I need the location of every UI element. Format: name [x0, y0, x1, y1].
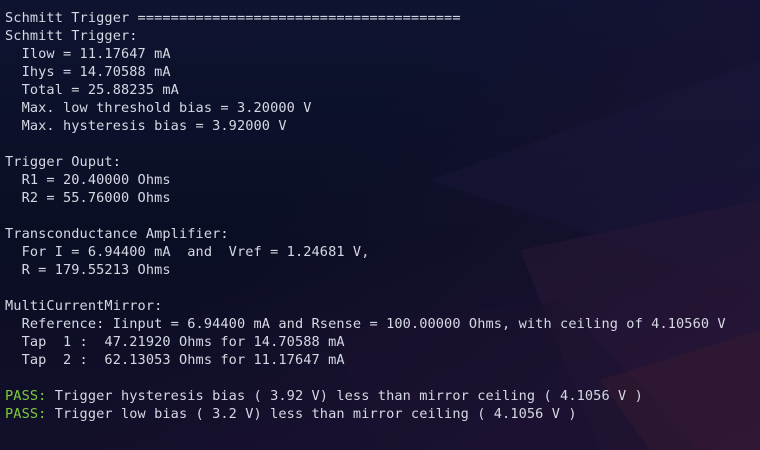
line-text: Total = 25.88235 mA	[5, 82, 179, 98]
line-text: Schmitt Trigger ========================…	[5, 10, 461, 26]
output-line: Ihys = 14.70588 mA	[5, 63, 726, 81]
output-line: Max. low threshold bias = 3.20000 V	[5, 99, 726, 117]
line-text: Trigger hysteresis bias ( 3.92 V) less t…	[46, 388, 643, 404]
pass-line: PASS: Trigger hysteresis bias ( 3.92 V) …	[5, 387, 726, 405]
output-line: Ilow = 11.17647 mA	[5, 45, 726, 63]
output-line: Trigger Ouput:	[5, 153, 726, 171]
output-line: Schmitt Trigger:	[5, 27, 726, 45]
line-text: Schmitt Trigger:	[5, 28, 138, 44]
line-text: R2 = 55.76000 Ohms	[5, 190, 171, 206]
output-line: R = 179.55213 Ohms	[5, 261, 726, 279]
line-text: Transconductance Amplifier:	[5, 226, 229, 242]
line-text: Ilow = 11.17647 mA	[5, 46, 171, 62]
output-line: Max. hysteresis bias = 3.92000 V	[5, 117, 726, 135]
output-line: Reference: Iinput = 6.94400 mA and Rsens…	[5, 315, 726, 333]
output-line: Schmitt Trigger ========================…	[5, 9, 726, 27]
line-text: Trigger low bias ( 3.2 V) less than mirr…	[46, 406, 577, 422]
output-line: MultiCurrentMirror:	[5, 297, 726, 315]
line-text: For I = 6.94400 mA and Vref = 1.24681 V,	[5, 244, 370, 260]
output-line: For I = 6.94400 mA and Vref = 1.24681 V,	[5, 243, 726, 261]
output-line: R1 = 20.40000 Ohms	[5, 171, 726, 189]
output-line: Tap 2 : 62.13053 Ohms for 11.17647 mA	[5, 351, 726, 369]
output-line: Tap 1 : 47.21920 Ohms for 14.70588 mA	[5, 333, 726, 351]
line-text: Max. hysteresis bias = 3.92000 V	[5, 118, 287, 134]
output-line: R2 = 55.76000 Ohms	[5, 189, 726, 207]
line-text: Ihys = 14.70588 mA	[5, 64, 171, 80]
line-text: R = 179.55213 Ohms	[5, 262, 171, 278]
line-text: Tap 1 : 47.21920 Ohms for 14.70588 mA	[5, 334, 345, 350]
output-line: Transconductance Amplifier:	[5, 225, 726, 243]
output-line: Total = 25.88235 mA	[5, 81, 726, 99]
pass-label: PASS:	[5, 388, 47, 404]
line-text: Trigger Ouput:	[5, 154, 121, 170]
line-text: MultiCurrentMirror:	[5, 298, 163, 314]
line-text: Max. low threshold bias = 3.20000 V	[5, 100, 312, 116]
line-text: R1 = 20.40000 Ohms	[5, 172, 171, 188]
pass-line: PASS: Trigger low bias ( 3.2 V) less tha…	[5, 405, 726, 423]
line-text: Reference: Iinput = 6.94400 mA and Rsens…	[5, 316, 726, 332]
terminal-output: Schmitt Trigger ========================…	[5, 9, 726, 423]
terminal-window[interactable]: Schmitt Trigger ========================…	[0, 0, 760, 450]
pass-label: PASS:	[5, 406, 47, 422]
line-text: Tap 2 : 62.13053 Ohms for 11.17647 mA	[5, 352, 345, 368]
